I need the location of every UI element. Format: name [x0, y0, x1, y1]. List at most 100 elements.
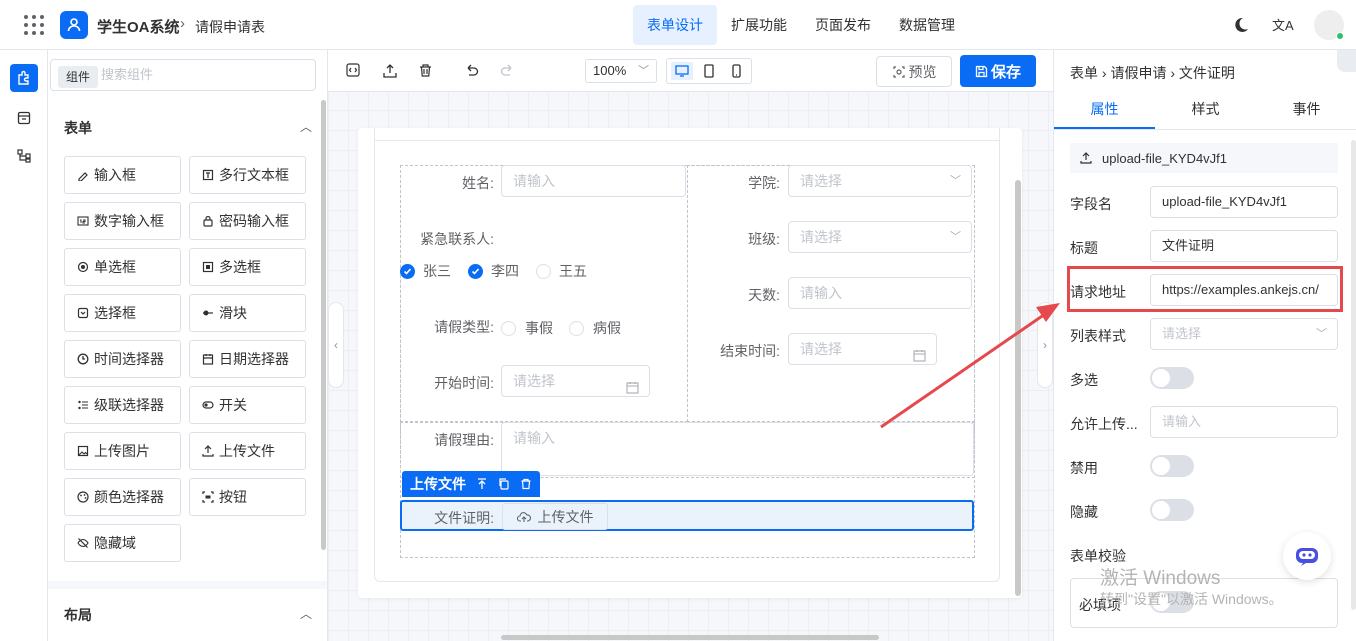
contact-option-wangwu[interactable]: 王五 — [536, 261, 587, 281]
accept-input[interactable]: 请输入 — [1150, 406, 1338, 438]
checkbox-icon — [202, 261, 214, 273]
contact-label: 紧急联系人: — [420, 231, 494, 247]
reason-textarea[interactable]: 请输入 — [501, 422, 974, 476]
language-icon[interactable]: 文A — [1272, 15, 1294, 34]
section-divider — [48, 581, 327, 589]
palette-item[interactable]: 日期选择器 — [189, 340, 306, 378]
preview-button[interactable]: 预览 — [876, 56, 952, 87]
chevron-up-icon[interactable]: ︿ — [300, 605, 312, 622]
zoom-select[interactable]: 100% ﹀ — [585, 59, 657, 83]
expand-icon[interactable] — [1337, 50, 1356, 72]
tab-attributes[interactable]: 属性 — [1054, 90, 1155, 129]
title-label: 标题 — [1070, 240, 1098, 256]
components-icon[interactable] — [10, 64, 38, 92]
palette-item[interactable]: 滑块 — [189, 294, 306, 332]
trash-icon[interactable] — [520, 478, 532, 490]
props-scrollbar[interactable] — [1351, 140, 1356, 610]
nav-publish[interactable]: 页面发布 — [801, 5, 885, 45]
section-form-heading[interactable]: 表单 — [64, 118, 92, 138]
copy-icon[interactable] — [498, 478, 510, 490]
nav-extensions[interactable]: 扩展功能 — [717, 5, 801, 45]
days-input[interactable]: 请输入 — [788, 277, 972, 309]
undo-icon[interactable] — [464, 63, 479, 81]
leave-type-personal[interactable]: 事假 — [501, 318, 553, 338]
code-icon[interactable] — [346, 63, 360, 80]
palette-item[interactable]: 开关 — [189, 386, 306, 424]
collapse-right-handle[interactable]: › — [1037, 302, 1053, 388]
palette-item[interactable]: 数字输入框 — [64, 202, 181, 240]
class-select[interactable]: 请选择 ﹀ — [788, 221, 972, 253]
move-top-icon[interactable] — [476, 478, 488, 490]
name-input[interactable]: 请输入 — [501, 165, 686, 197]
multiple-switch[interactable] — [1150, 367, 1194, 389]
palette-item-label: 开关 — [219, 397, 247, 413]
tab-styles[interactable]: 样式 — [1155, 90, 1256, 129]
save-button[interactable]: 保存 — [960, 55, 1036, 87]
palette-item[interactable]: 隐藏域 — [64, 524, 181, 562]
palette-item[interactable]: 上传图片 — [64, 432, 181, 470]
disabled-switch[interactable] — [1150, 455, 1194, 477]
palette-item-label: 多行文本框 — [219, 167, 289, 183]
leave-type-option-label: 病假 — [593, 320, 621, 336]
class-placeholder: 请选择 — [800, 229, 842, 245]
contact-option-zhangsan[interactable]: 张三 — [400, 261, 451, 281]
dark-mode-icon[interactable] — [1232, 16, 1250, 37]
college-select[interactable]: 请选择 ﹀ — [788, 165, 972, 197]
contact-option-lisi[interactable]: 李四 — [468, 261, 519, 281]
collapse-left-handle[interactable]: ‹ — [328, 302, 344, 388]
canvas-vertical-scrollbar[interactable] — [1015, 180, 1021, 596]
multiple-label: 多选 — [1070, 372, 1098, 388]
palette-item[interactable]: 上传文件 — [189, 432, 306, 470]
palette-item[interactable]: 按钮 — [189, 478, 306, 516]
chevron-down-icon: ﹀ — [950, 231, 961, 243]
palette-item[interactable]: 多选框 — [189, 248, 306, 286]
tablet-icon[interactable] — [698, 62, 720, 80]
file-upload-field[interactable]: 文件证明: 上传文件 — [400, 500, 974, 531]
palette-item[interactable]: 多行文本框 — [189, 156, 306, 194]
desktop-icon[interactable] — [671, 62, 693, 80]
redo-icon[interactable] — [500, 63, 515, 81]
hidden-switch[interactable] — [1150, 499, 1194, 521]
chevron-down-icon: ﹀ — [638, 65, 649, 77]
nav-form-design[interactable]: 表单设计 — [633, 5, 717, 45]
import-icon[interactable] — [382, 63, 398, 82]
avatar[interactable] — [1314, 10, 1344, 40]
tab-events[interactable]: 事件 — [1256, 90, 1356, 129]
app-logo-icon — [60, 11, 88, 39]
palette-item[interactable]: 单选框 — [64, 248, 181, 286]
structure-tree-icon[interactable] — [10, 142, 38, 170]
upload-file-label: 上传文件 — [537, 508, 594, 525]
nav-data-management[interactable]: 数据管理 — [885, 5, 969, 45]
template-icon[interactable] — [10, 104, 38, 132]
start-time-picker[interactable]: 请选择 — [501, 365, 650, 397]
section-layout-heading[interactable]: 布局 — [64, 605, 92, 625]
title-input[interactable]: 文件证明 — [1150, 230, 1338, 262]
delete-icon[interactable] — [418, 63, 433, 81]
chatbot-icon[interactable] — [1283, 532, 1331, 580]
palette-item[interactable]: 密码输入框 — [189, 202, 306, 240]
lock-icon — [203, 215, 213, 227]
radio-icon — [77, 261, 89, 273]
palette-item[interactable]: 选择框 — [64, 294, 181, 332]
end-time-picker[interactable]: 请选择 — [788, 333, 937, 365]
upload-file-button[interactable]: 上传文件 — [502, 503, 608, 530]
props-breadcrumb: 表单 › 请假申请 › 文件证明 — [1070, 65, 1235, 81]
radio-icon — [569, 320, 584, 336]
chevron-up-icon[interactable]: ︿ — [300, 118, 312, 135]
upload-icon — [202, 445, 214, 457]
canvas-horizontal-scrollbar[interactable] — [501, 635, 879, 640]
field-name-input[interactable]: upload-file_KYD4vJf1 — [1150, 186, 1338, 218]
palette-item[interactable]: 时间选择器 — [64, 340, 181, 378]
checkbox-checked-icon — [468, 263, 483, 279]
palette-item[interactable]: 颜色选择器 — [64, 478, 181, 516]
palette-item[interactable]: 输入框 — [64, 156, 181, 194]
mobile-icon[interactable] — [725, 62, 747, 80]
apps-grid-icon[interactable] — [24, 15, 44, 35]
list-style-select[interactable]: 请选择 ﹀ — [1150, 318, 1338, 350]
zoom-value: 100% — [593, 63, 627, 78]
calendar-icon — [626, 374, 639, 404]
palette-item[interactable]: 级联选择器 — [64, 386, 181, 424]
leave-type-sick[interactable]: 病假 — [569, 318, 621, 338]
left-rail — [0, 50, 48, 641]
palette-scrollbar[interactable] — [321, 100, 326, 550]
